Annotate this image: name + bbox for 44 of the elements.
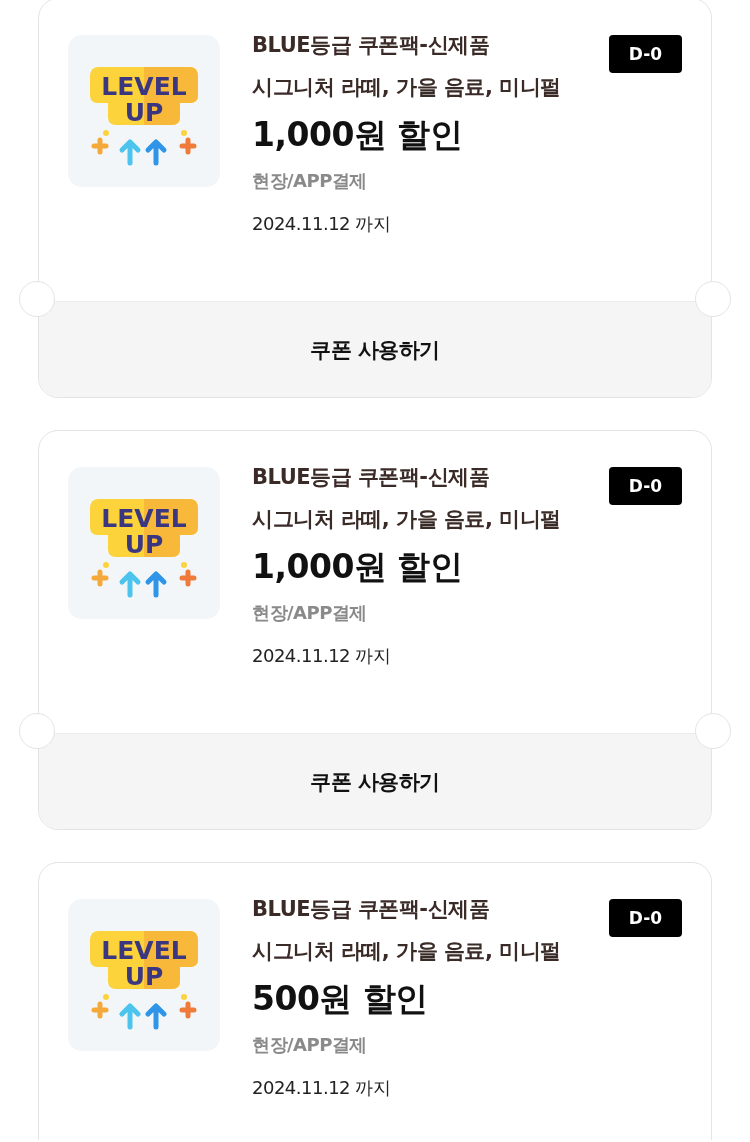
discount-amount: 1,000원 할인 [252, 547, 463, 587]
expiry-date: 2024.11.12 까지 [252, 212, 391, 236]
arrow-up-icon [119, 139, 141, 166]
discount-amount: 500원 할인 [252, 979, 428, 1019]
plus-icon [179, 137, 197, 155]
coupon-items: 시그니처 라떼, 가을 음료, 미니펄 [252, 938, 561, 964]
dot-icon [181, 130, 187, 136]
dday-badge: D-0 [609, 35, 682, 73]
icon-label: UP [124, 962, 164, 991]
coupon-items: 시그니처 라떼, 가을 음료, 미니펄 [252, 506, 561, 532]
plus-icon [91, 569, 109, 587]
expiry-date: 2024.11.12 까지 [252, 644, 391, 668]
plus-icon [179, 569, 197, 587]
icon-label: UP [124, 98, 164, 127]
use-coupon-button[interactable]: 쿠폰 사용하기 [39, 733, 711, 829]
icon-label: UP [124, 530, 164, 559]
expiry-date: 2024.11.12 까지 [252, 1076, 391, 1100]
dday-badge: D-0 [609, 899, 682, 937]
plus-icon [179, 1001, 197, 1019]
arrow-up-icon [145, 1003, 167, 1030]
arrow-up-icon [119, 571, 141, 598]
arrow-up-icon [145, 139, 167, 166]
coupon-items: 시그니처 라떼, 가을 음료, 미니펄 [252, 74, 561, 100]
dday-badge: D-0 [609, 467, 682, 505]
icon-label: LEVEL [101, 504, 187, 533]
dot-icon [181, 562, 187, 568]
icon-label: LEVEL [101, 936, 187, 965]
plus-icon [91, 137, 109, 155]
use-coupon-button[interactable]: 쿠폰 사용하기 [39, 301, 711, 397]
usage-method: 현장/APP결제 [252, 169, 367, 193]
arrow-up-icon [145, 571, 167, 598]
plus-icon [91, 1001, 109, 1019]
icon-label: LEVEL [101, 72, 187, 101]
dot-icon [103, 130, 109, 136]
discount-amount: 1,000원 할인 [252, 115, 463, 155]
coupon-title: BLUE등급 쿠폰팩-신제품 [252, 896, 490, 922]
coupon-title: BLUE등급 쿠폰팩-신제품 [252, 464, 490, 490]
coupon-title: BLUE등급 쿠폰팩-신제품 [252, 32, 490, 58]
dot-icon [103, 562, 109, 568]
usage-method: 현장/APP결제 [252, 601, 367, 625]
arrow-up-icon [119, 1003, 141, 1030]
dot-icon [103, 994, 109, 1000]
dot-icon [181, 994, 187, 1000]
usage-method: 현장/APP결제 [252, 1033, 367, 1057]
